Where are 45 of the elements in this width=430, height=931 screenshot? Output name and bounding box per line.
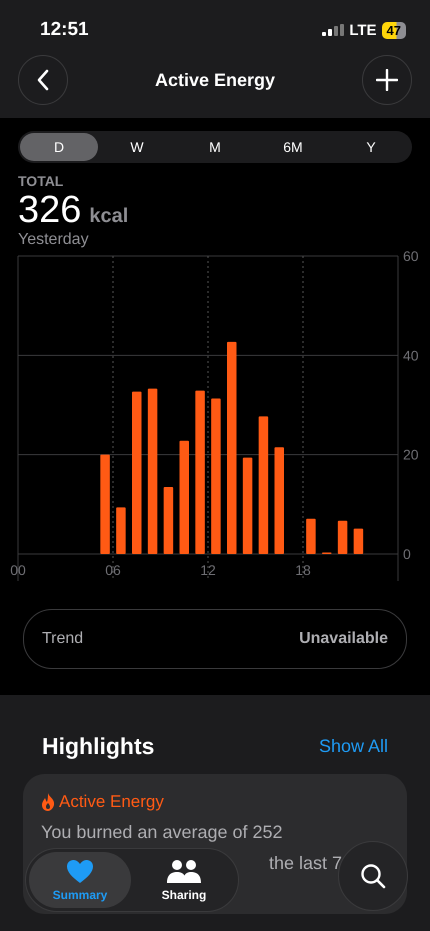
tab-item[interactable]: Sharing	[133, 852, 235, 908]
chart-bar	[164, 486, 174, 554]
axis-label: 40	[403, 347, 419, 364]
network-label: LTE	[349, 22, 377, 38]
total-value: 326	[18, 189, 82, 232]
chart-bar	[116, 507, 126, 554]
screen-title: Active Energy	[154, 70, 276, 90]
add-button[interactable]	[362, 55, 412, 105]
flame-icon	[41, 793, 55, 811]
period-tab[interactable]: W	[98, 133, 176, 161]
trend-row[interactable]: Trend Unavailable	[23, 609, 407, 669]
axis-label: 18	[295, 562, 311, 578]
plus-icon	[376, 69, 398, 91]
chevron-left-icon	[36, 69, 50, 91]
card-title: Active Energy	[59, 792, 164, 812]
period-tab[interactable]: D	[20, 133, 98, 161]
card-text: You burned an average of 252	[41, 822, 284, 843]
chart-bar	[338, 520, 348, 554]
period-tab[interactable]: 6M	[254, 133, 332, 161]
search-icon	[360, 863, 386, 889]
period-tab[interactable]: M	[176, 133, 254, 161]
axis-label: 20	[403, 446, 419, 463]
total-caption: TOTAL	[18, 173, 64, 189]
status-time: 12:51	[40, 19, 89, 41]
tab-item[interactable]: Summary	[29, 852, 131, 908]
unit-label: kcal	[89, 205, 128, 228]
axis-label: 06	[105, 562, 121, 578]
show-all-link[interactable]: Show All	[318, 736, 388, 757]
chart-bar	[354, 528, 364, 554]
axis-label: 12	[200, 562, 216, 578]
people-icon	[166, 858, 202, 884]
trend-value: Unavailable	[299, 630, 388, 648]
period-tab[interactable]: Y	[332, 133, 410, 161]
chart-bar	[306, 518, 316, 554]
card-text: the last 7	[269, 853, 342, 874]
signal-icon	[322, 24, 344, 36]
battery-indicator: 47	[382, 22, 406, 38]
axis-label: 00	[10, 562, 26, 578]
back-button[interactable]	[18, 55, 68, 105]
axis-label: 60	[403, 249, 419, 264]
heart-icon	[66, 858, 94, 884]
section-title: Highlights	[42, 733, 154, 760]
date-label: Yesterday	[18, 231, 90, 249]
trend-label: Trend	[42, 630, 84, 648]
axis-label: 0	[403, 546, 411, 562]
